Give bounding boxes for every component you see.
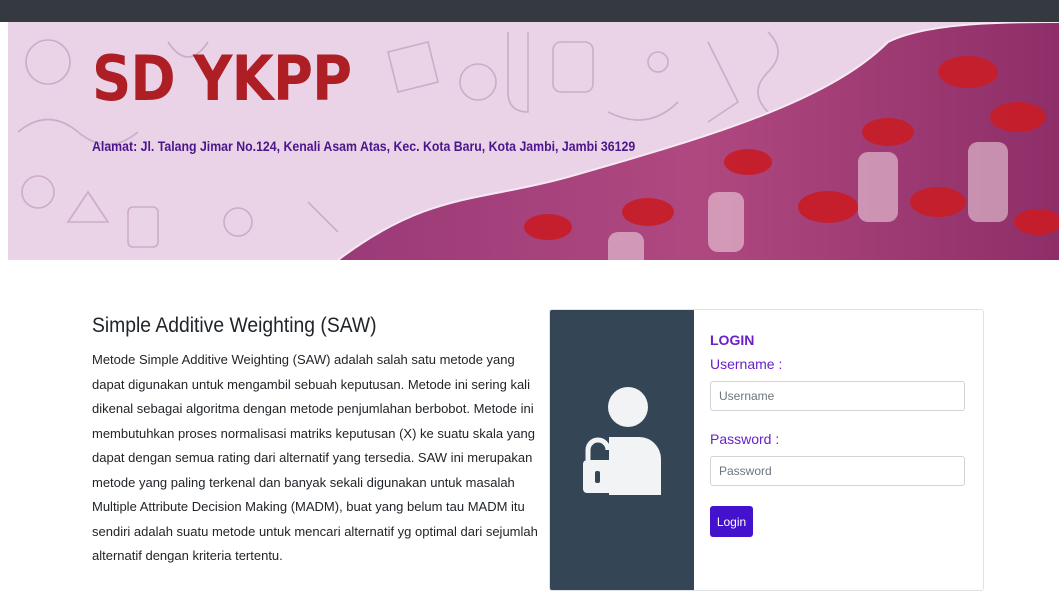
saw-description: Simple Additive Weighting (SAW) Metode S… bbox=[92, 314, 542, 569]
school-name: SD YKPP bbox=[92, 42, 352, 115]
login-card: LOGIN Username : Password : Login bbox=[549, 309, 984, 591]
school-address: Alamat: Jl. Talang Jimar No.124, Kenali … bbox=[92, 138, 636, 154]
top-bar bbox=[0, 0, 1059, 22]
login-form: LOGIN Username : Password : Login bbox=[710, 332, 967, 537]
login-side-panel bbox=[550, 310, 694, 590]
saw-body: Metode Simple Additive Weighting (SAW) a… bbox=[92, 352, 538, 563]
password-input[interactable] bbox=[710, 456, 965, 486]
login-button[interactable]: Login bbox=[710, 506, 753, 537]
login-title: LOGIN bbox=[710, 332, 755, 348]
user-lock-icon bbox=[583, 387, 661, 495]
password-label: Password : bbox=[710, 431, 780, 447]
username-label: Username : bbox=[710, 356, 783, 372]
username-input[interactable] bbox=[710, 381, 965, 411]
saw-title: Simple Additive Weighting (SAW) bbox=[92, 314, 377, 337]
header-banner: SD YKPP Alamat: Jl. Talang Jimar No.124,… bbox=[8, 22, 1059, 260]
